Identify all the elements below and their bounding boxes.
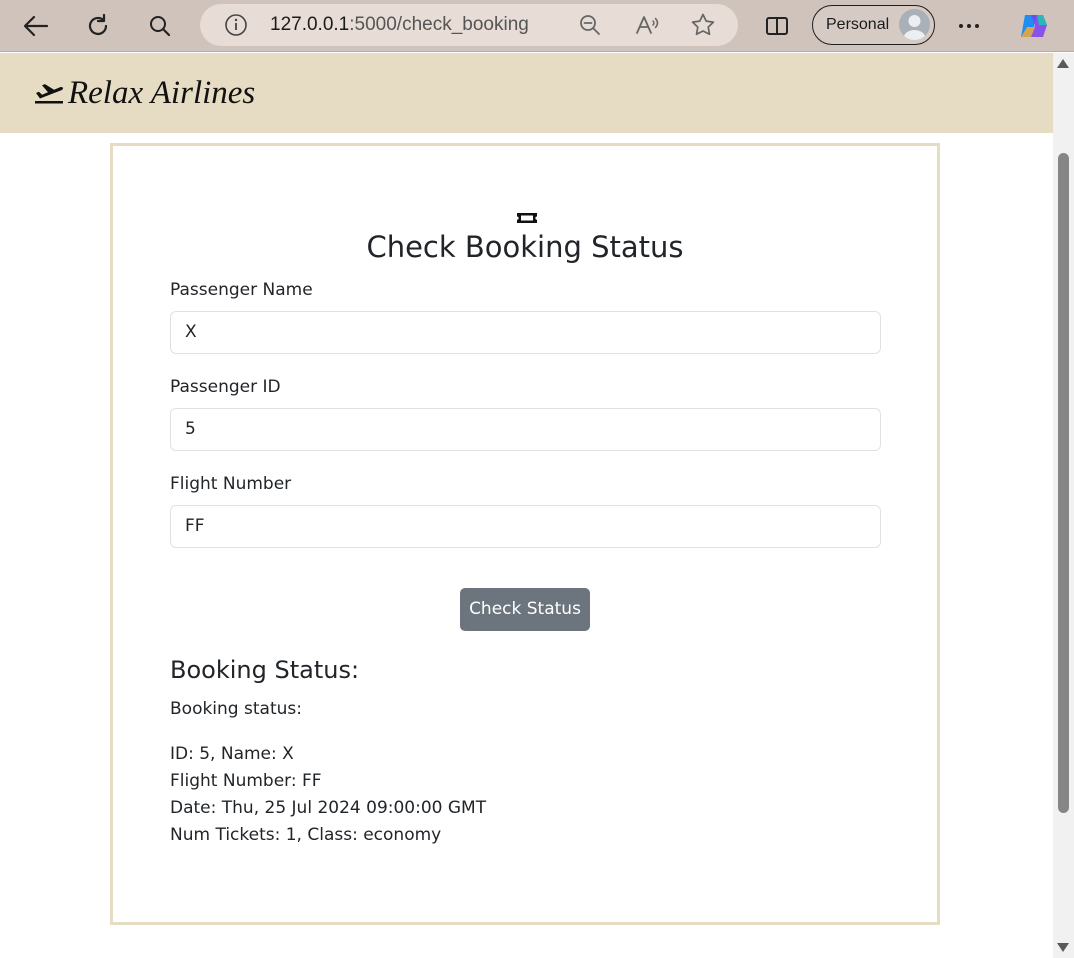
scroll-up-arrow-icon[interactable] (1057, 59, 1069, 68)
scroll-thumb[interactable] (1058, 153, 1069, 813)
site-info-icon[interactable] (223, 12, 249, 38)
check-status-button[interactable]: Check Status (460, 588, 590, 631)
booking-id-name-line: ID: 5, Name: X (170, 744, 294, 764)
passenger-id-label: Passenger ID (170, 377, 281, 397)
profile-label: Personal (826, 16, 890, 33)
split-screen-icon (766, 17, 788, 35)
browser-toolbar: 127.0.0.1:5000/check_booking Personal (0, 0, 1074, 52)
search-button[interactable] (142, 8, 178, 44)
profile-button[interactable]: Personal (812, 5, 935, 45)
booking-flight-line: Flight Number: FF (170, 771, 322, 791)
split-screen-button[interactable] (759, 8, 795, 44)
url-path: :5000/check_booking (349, 14, 529, 35)
app-header: Relax Airlines (0, 53, 1053, 133)
flight-number-input[interactable]: FF (170, 505, 881, 548)
back-button[interactable] (18, 8, 54, 44)
url-host: 127.0.0.1 (270, 14, 350, 35)
plane-departure-icon (35, 84, 63, 104)
booking-date-line: Date: Thu, 25 Jul 2024 09:00:00 GMT (170, 798, 487, 818)
copilot-icon (1021, 15, 1047, 37)
reload-icon (88, 13, 108, 35)
passenger-id-input[interactable]: 5 (170, 408, 881, 451)
avatar-icon (899, 9, 930, 40)
reload-button[interactable] (80, 8, 116, 44)
booking-status-heading: Booking Status: (170, 656, 360, 684)
scroll-down-arrow-icon[interactable] (1057, 943, 1069, 952)
zoom-out-icon[interactable] (577, 12, 603, 38)
search-icon (150, 16, 171, 37)
passenger-name-label: Passenger Name (170, 280, 313, 300)
read-aloud-icon[interactable] (634, 12, 660, 38)
brand-name: Relax Airlines (68, 74, 256, 111)
favorite-star-icon[interactable] (690, 12, 716, 38)
copilot-button[interactable] (1016, 8, 1052, 44)
booking-status-intro: Booking status: (170, 699, 302, 719)
url-text[interactable]: 127.0.0.1:5000/check_booking (270, 4, 529, 46)
flight-number-label: Flight Number (170, 474, 292, 494)
booking-tickets-class-line: Num Tickets: 1, Class: economy (170, 825, 442, 845)
page-title: Check Booking Status (366, 230, 684, 264)
brand-link[interactable]: Relax Airlines (34, 53, 255, 133)
ticket-icon (517, 213, 537, 223)
address-bar[interactable]: 127.0.0.1:5000/check_booking (200, 4, 738, 46)
booking-card: Check Booking Status Passenger Name X Pa… (110, 143, 940, 925)
more-menu-button[interactable] (951, 8, 987, 44)
booking-details: ID: 5, Name: X Flight Number: FF Date: T… (170, 741, 486, 849)
page-scrollbar[interactable] (1053, 53, 1074, 958)
back-arrow-icon (23, 15, 49, 37)
passenger-name-input[interactable]: X (170, 311, 881, 354)
more-dots-icon (959, 24, 979, 28)
